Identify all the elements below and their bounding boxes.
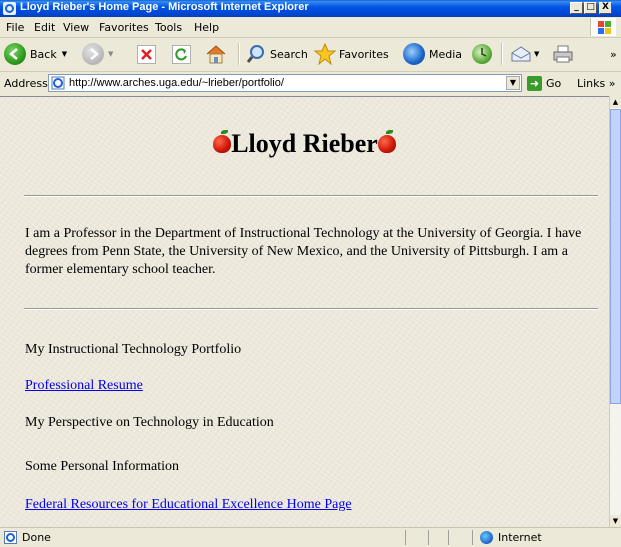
status-text: Done <box>22 531 51 544</box>
print-button[interactable] <box>553 42 573 66</box>
address-url: http://www.arches.uga.edu/~lrieber/portf… <box>69 77 284 89</box>
intro-paragraph: I am a Professor in the Department of In… <box>25 226 582 277</box>
menu-view[interactable]: View <box>63 21 89 34</box>
window-title: Lloyd Rieber's Home Page - Microsoft Int… <box>20 1 309 13</box>
status-divider <box>405 530 406 545</box>
links-overflow: » <box>608 77 616 90</box>
back-arrow-icon <box>4 43 26 65</box>
stop-icon <box>137 44 156 64</box>
status-divider <box>472 530 473 545</box>
resume-link[interactable]: Professional Resume <box>25 378 143 394</box>
minimize-button[interactable]: _ <box>570 2 583 14</box>
federal-resources-link[interactable]: Federal Resources for Educational Excell… <box>25 497 352 513</box>
history-button[interactable] <box>472 42 492 66</box>
menu-favorites[interactable]: Favorites <box>99 21 149 34</box>
menu-help[interactable]: Help <box>194 21 219 34</box>
history-icon <box>472 44 492 64</box>
scroll-up-icon[interactable]: ▲ <box>610 96 621 108</box>
internet-zone-icon <box>480 531 493 544</box>
menu-edit[interactable]: Edit <box>34 21 55 34</box>
address-input[interactable]: http://www.arches.uga.edu/~lrieber/portf… <box>48 74 522 92</box>
home-icon <box>205 44 227 64</box>
portfolio-heading: My Instructional Technology Portfolio <box>25 342 242 357</box>
scroll-down-icon[interactable]: ▼ <box>610 515 621 527</box>
links-button[interactable]: Links » <box>577 77 616 90</box>
mail-icon <box>510 45 532 63</box>
personal-info-text: Some Personal Information <box>25 459 179 474</box>
back-dropdown-icon[interactable]: ▼ <box>62 50 67 58</box>
ie-logo-icon <box>3 2 16 15</box>
status-divider <box>428 530 429 545</box>
go-label: Go <box>546 77 562 90</box>
go-arrow-icon: ➜ <box>527 76 542 91</box>
page-done-icon <box>4 531 17 544</box>
mail-dropdown-icon[interactable]: ▼ <box>534 50 539 58</box>
title-bar[interactable]: Lloyd Rieber's Home Page - Microsoft Int… <box>0 0 621 17</box>
vertical-scrollbar[interactable]: ▲ ▼ <box>609 96 621 527</box>
divider <box>24 195 598 197</box>
divider <box>24 308 598 310</box>
media-icon <box>403 43 425 65</box>
toolbar-separator <box>238 43 240 65</box>
mail-button[interactable]: ▼ <box>510 42 539 66</box>
refresh-icon <box>172 44 191 64</box>
menu-tools[interactable]: Tools <box>155 21 182 34</box>
favorites-button[interactable]: Favorites <box>314 42 389 66</box>
print-icon <box>553 45 573 63</box>
browser-window: Lloyd Rieber's Home Page - Microsoft Int… <box>0 0 621 547</box>
perspective-text: My Perspective on Technology in Educatio… <box>25 415 274 430</box>
toolbar-separator <box>501 43 503 65</box>
forward-dropdown-icon[interactable]: ▼ <box>108 50 113 58</box>
page-icon <box>51 76 65 90</box>
back-button[interactable]: Back ▼ <box>4 42 67 66</box>
maximize-button[interactable]: □ <box>584 2 597 14</box>
address-bar: Address http://www.arches.uga.edu/~lrieb… <box>0 72 621 96</box>
media-button[interactable]: Media <box>403 42 462 66</box>
media-label: Media <box>429 47 463 61</box>
close-button[interactable]: X <box>599 2 612 14</box>
stop-button[interactable] <box>137 42 156 66</box>
forward-arrow-icon <box>82 43 104 65</box>
menu-bar: File Edit View Favorites Tools Help <box>0 17 621 38</box>
go-button[interactable]: ➜ Go <box>527 75 561 92</box>
search-label: Search <box>270 47 308 61</box>
page-title: Lloyd Rieber <box>0 129 609 159</box>
scroll-thumb[interactable] <box>610 109 621 404</box>
page-content[interactable]: Lloyd Rieber I am a Professor in the Dep… <box>0 96 609 528</box>
search-icon <box>246 44 266 64</box>
favorites-label: Favorites <box>339 47 389 61</box>
windows-logo-icon <box>590 18 616 36</box>
home-button[interactable] <box>205 42 227 66</box>
forward-button[interactable]: ▼ <box>82 42 113 66</box>
refresh-button[interactable] <box>172 42 191 66</box>
address-label: Address <box>4 77 48 90</box>
standard-toolbar: Back ▼ ▼ Search Favorites Media ▼ » <box>0 38 621 72</box>
apple-icon <box>377 130 396 153</box>
links-label: Links <box>577 77 606 90</box>
page-heading: Lloyd Rieber <box>231 129 378 158</box>
status-bar: Done Internet <box>0 527 621 547</box>
address-dropdown-icon[interactable]: ▼ <box>506 76 520 90</box>
menu-file[interactable]: File <box>6 21 24 34</box>
search-button[interactable]: Search <box>246 42 308 66</box>
zone-label: Internet <box>498 531 542 544</box>
status-divider <box>448 530 449 545</box>
back-label: Back <box>30 47 57 61</box>
favorites-star-icon <box>314 43 336 65</box>
toolbar-overflow-button[interactable]: » <box>610 48 617 61</box>
apple-icon <box>213 130 232 153</box>
